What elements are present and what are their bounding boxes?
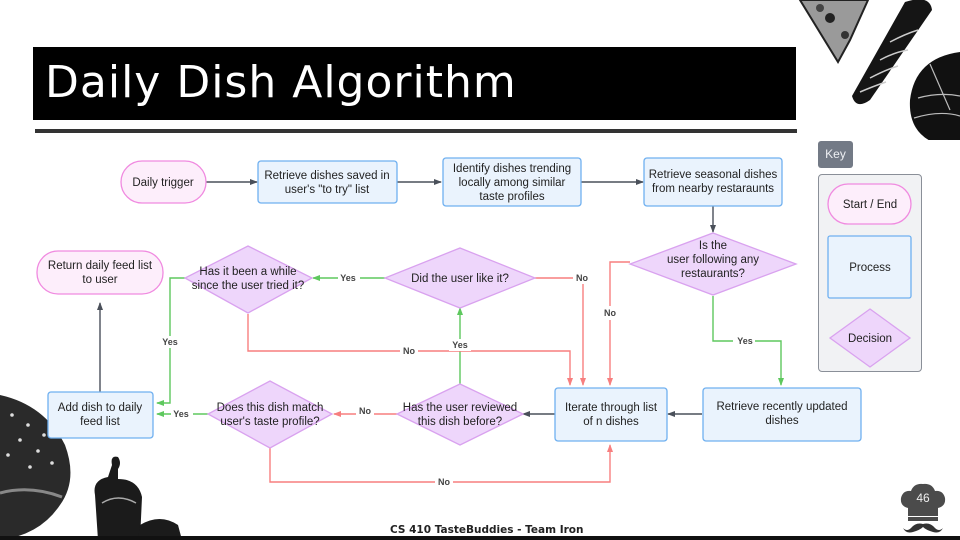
edge-label-reviewed-no: No <box>359 406 371 416</box>
node-text: locally among similar <box>459 177 566 189</box>
key-legend-shapes: Start / End Process Decision <box>827 183 912 368</box>
edge-label-match-yes: Yes <box>173 409 189 419</box>
node-match-profile[interactable]: Does this dish match user's taste profil… <box>206 380 334 449</box>
node-text: Retrieve recently updated <box>716 401 847 413</box>
chef-hat-icon <box>900 483 946 533</box>
node-text: Retrieve dishes saved in <box>264 170 389 182</box>
key-label: Decision <box>848 333 892 345</box>
page-number: 46 <box>916 491 930 505</box>
node-retrieve-updated[interactable]: Retrieve recently updated dishes <box>702 387 862 442</box>
node-retrieve-seasonal[interactable]: Retrieve seasonal dishes from nearby res… <box>643 157 783 207</box>
key-title: Key <box>818 141 853 168</box>
node-text: user following any <box>667 254 759 266</box>
node-text: Daily trigger <box>132 177 194 189</box>
node-text: Does this dish match <box>217 402 324 414</box>
node-text: user's "to try" list <box>285 184 370 196</box>
node-text: from nearby restaraunts <box>652 183 774 195</box>
edge-label-reviewed-yes: Yes <box>452 340 468 350</box>
node-text: Identify dishes trending <box>453 163 571 175</box>
slide-footer: CS 410 TasteBuddies - Team Iron <box>390 524 584 536</box>
key-label: Start / End <box>843 199 897 211</box>
edges <box>97 179 784 483</box>
node-daily-trigger[interactable]: Daily trigger <box>120 160 207 204</box>
node-text: this dish before? <box>418 416 502 428</box>
node-following-restaurants[interactable]: Is the user following any restaurants? <box>628 232 798 296</box>
key-item-process: Process <box>827 235 912 299</box>
edge-label-while-no: No <box>403 346 415 356</box>
node-text: dishes <box>765 415 798 427</box>
node-reviewed-before[interactable]: Has the user reviewed this dish before? <box>395 383 525 446</box>
node-did-like[interactable]: Did the user like it? <box>383 247 537 309</box>
key-label: Process <box>849 262 891 274</box>
node-text: Retrieve seasonal dishes <box>649 169 778 181</box>
edge-label-while-yes: Yes <box>162 337 178 347</box>
node-text: restaurants? <box>681 268 745 280</box>
node-retrieve-saved[interactable]: Retrieve dishes saved in user's "to try"… <box>257 160 398 204</box>
bottom-border <box>0 536 960 540</box>
mustache-icon <box>903 523 943 533</box>
edge-label-following-no: No <box>604 308 616 318</box>
key-item-decision: Decision <box>828 308 912 368</box>
flowchart: Yes No Yes No Yes No Yes No Yes No Daily… <box>36 157 862 488</box>
key-item-start-end: Start / End <box>827 183 912 225</box>
node-text: user's taste profile? <box>220 416 319 428</box>
page-number-badge: 46 <box>898 482 948 534</box>
node-text: Return daily feed list <box>48 260 153 272</box>
edge-liked-no <box>535 277 586 386</box>
node-text: Iterate through list <box>565 402 658 414</box>
edge-following-no <box>607 261 630 386</box>
node-text: Has the user reviewed <box>403 402 517 414</box>
node-add-to-feed[interactable]: Add dish to daily feed list <box>47 391 154 439</box>
node-been-a-while[interactable]: Has it been a while since the user tried… <box>183 245 314 314</box>
node-text: Has it been a while <box>199 266 296 278</box>
node-text: since the user tried it? <box>192 280 305 292</box>
edge-label-following-yes: Yes <box>737 336 753 346</box>
edge-label-liked-yes: Yes <box>340 273 356 283</box>
node-text: Did the user like it? <box>411 273 509 285</box>
node-iterate-dishes[interactable]: Iterate through list of n dishes <box>554 387 668 442</box>
node-text: Is the <box>699 240 727 252</box>
node-text: to user <box>82 274 117 286</box>
edge-label-match-no: No <box>438 477 450 487</box>
edge-label-liked-no: No <box>576 273 588 283</box>
node-text: of n dishes <box>583 416 639 428</box>
node-identify-trending[interactable]: Identify dishes trending locally among s… <box>442 157 582 207</box>
node-text: Add dish to daily <box>58 402 143 414</box>
node-text: taste profiles <box>479 191 544 203</box>
node-text: feed list <box>80 416 120 428</box>
node-return-feed[interactable]: Return daily feed list to user <box>36 250 164 295</box>
